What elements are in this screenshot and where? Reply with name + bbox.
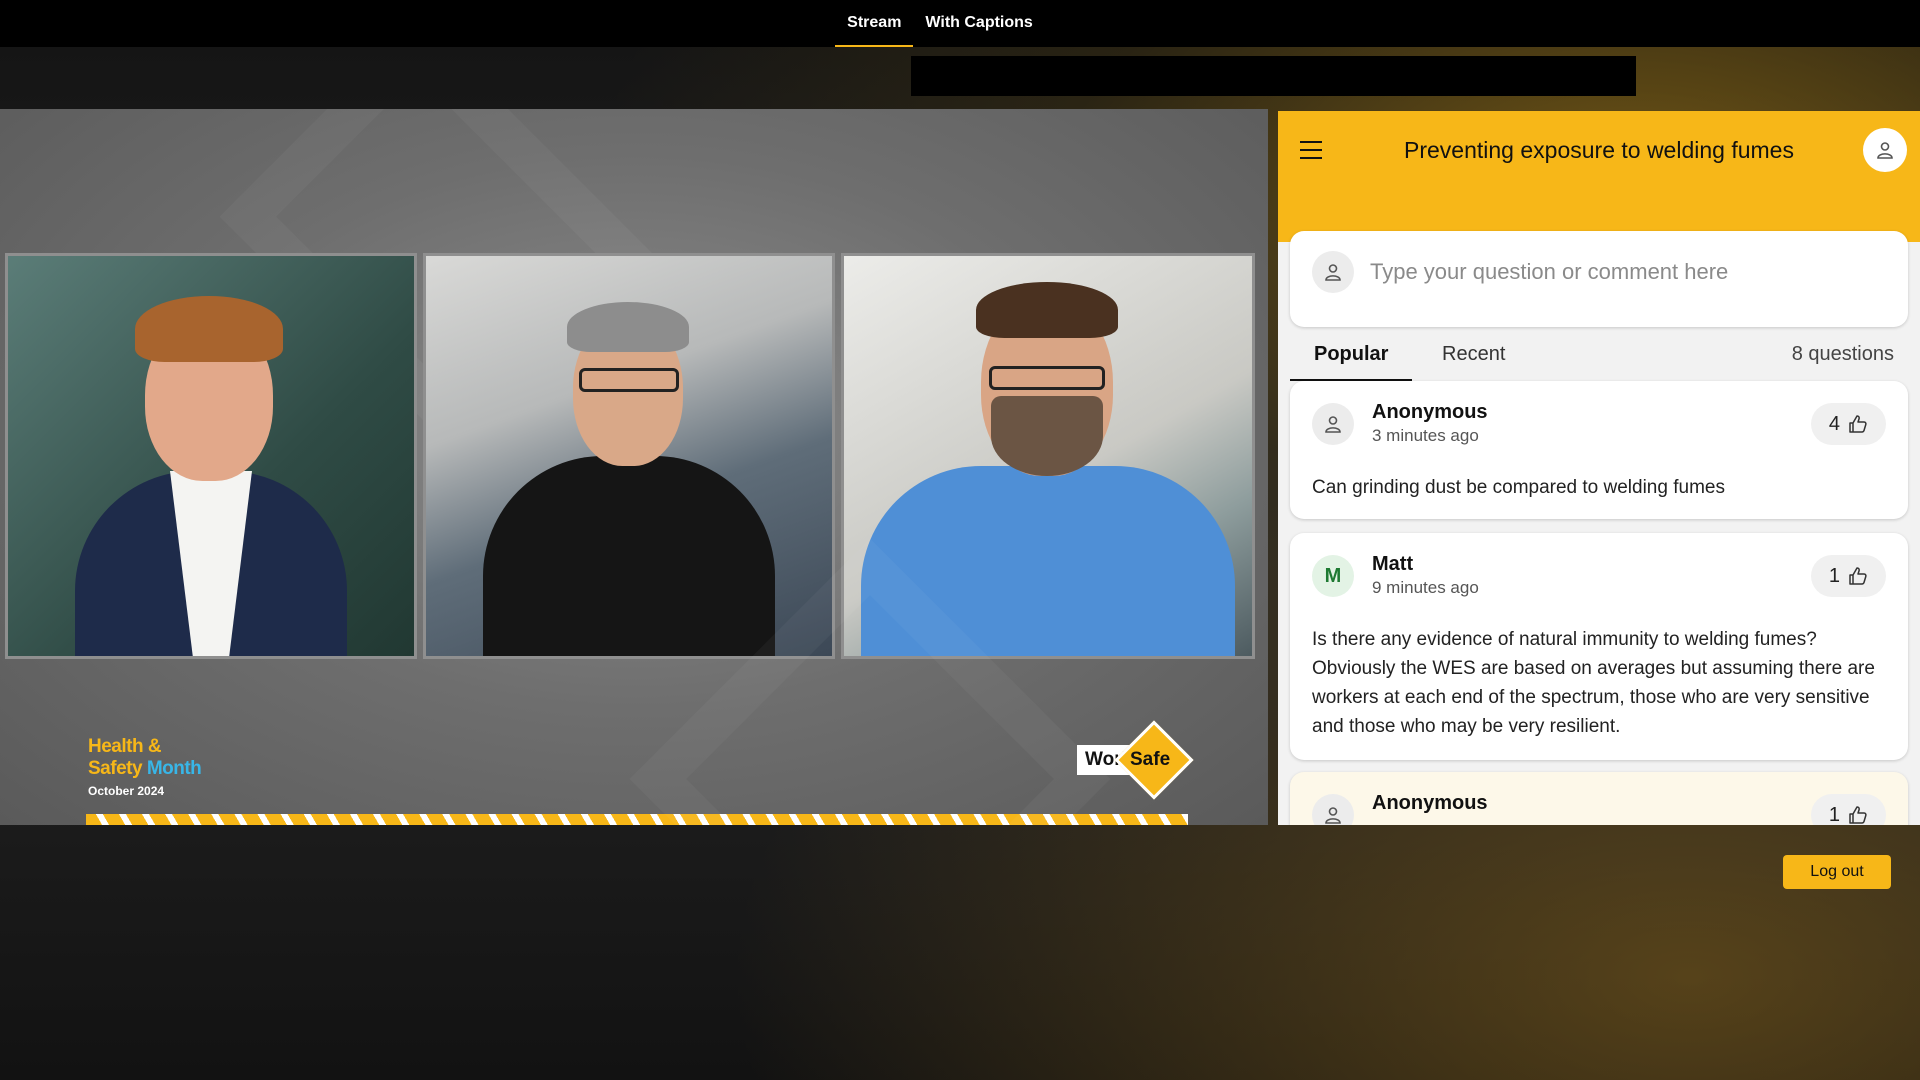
tab-with-captions[interactable]: With Captions bbox=[913, 0, 1044, 47]
user-avatar: M bbox=[1312, 555, 1354, 597]
logout-button[interactable]: Log out bbox=[1783, 855, 1891, 889]
question-author: Anonymous bbox=[1372, 401, 1488, 423]
user-avatar bbox=[1312, 251, 1354, 293]
user-avatar bbox=[1312, 794, 1354, 825]
participant-video-3 bbox=[841, 253, 1255, 659]
user-avatar bbox=[1312, 403, 1354, 445]
question-input[interactable] bbox=[1370, 253, 1890, 291]
like-button[interactable]: 1 bbox=[1810, 555, 1886, 597]
question-card: M Matt 9 minutes ago 1 Is there any evid… bbox=[1290, 533, 1908, 760]
user-icon bbox=[1325, 807, 1341, 824]
question-author: Matt bbox=[1372, 553, 1414, 575]
user-profile-button[interactable] bbox=[1863, 128, 1907, 172]
like-button[interactable]: 4 bbox=[1810, 403, 1886, 445]
question-count: 8 questions bbox=[1791, 343, 1894, 365]
stream-tabs: Stream With Captions bbox=[835, 0, 1045, 47]
participant-video-2 bbox=[423, 253, 835, 659]
qa-tabs: Popular Recent 8 questions bbox=[1290, 333, 1908, 381]
like-button[interactable]: 1 bbox=[1810, 794, 1886, 826]
page: Stream With Captions Health & Safety Mon… bbox=[0, 0, 1920, 1080]
thumbs-up-icon bbox=[1849, 806, 1867, 824]
qa-panel: Preventing exposure to welding fumes Pop… bbox=[1278, 111, 1920, 825]
question-author: Anonymous bbox=[1372, 792, 1488, 814]
user-icon bbox=[1877, 142, 1893, 159]
tab-recent[interactable]: Recent bbox=[1418, 333, 1529, 381]
question-time: 9 minutes ago bbox=[1372, 578, 1479, 597]
like-count: 4 bbox=[1828, 412, 1840, 435]
thumbs-up-icon bbox=[1849, 567, 1867, 585]
worksafe-logo-text: Safe bbox=[1130, 749, 1171, 770]
thumbs-up-icon bbox=[1849, 415, 1867, 433]
hazard-stripe bbox=[86, 814, 1188, 825]
user-icon bbox=[1325, 264, 1341, 281]
like-count: 1 bbox=[1828, 803, 1840, 826]
question-text: Can grinding dust be compared to welding… bbox=[1312, 477, 1725, 498]
question-text: Is there any evidence of natural immunit… bbox=[1312, 629, 1875, 737]
top-nav: Stream With Captions bbox=[0, 0, 1920, 47]
video-stream[interactable]: Health & Safety Month October 2024 Work … bbox=[0, 109, 1268, 825]
health-safety-month-logo: Health & Safety Month October 2024 bbox=[88, 736, 202, 798]
question-card: Anonymous 3 minutes ago 4 Can grinding d… bbox=[1290, 381, 1908, 519]
qa-header: Preventing exposure to welding fumes bbox=[1278, 111, 1920, 242]
tab-stream[interactable]: Stream bbox=[835, 0, 914, 47]
question-input-card bbox=[1290, 231, 1908, 327]
question-card: Anonymous 1 bbox=[1290, 772, 1908, 825]
like-count: 1 bbox=[1828, 564, 1840, 587]
participant-video-1 bbox=[5, 253, 417, 659]
tab-popular[interactable]: Popular bbox=[1290, 333, 1413, 381]
banner-placeholder bbox=[911, 56, 1636, 96]
user-icon bbox=[1325, 416, 1341, 433]
question-time: 3 minutes ago bbox=[1372, 426, 1479, 445]
qa-title: Preventing exposure to welding fumes bbox=[1404, 137, 1794, 163]
